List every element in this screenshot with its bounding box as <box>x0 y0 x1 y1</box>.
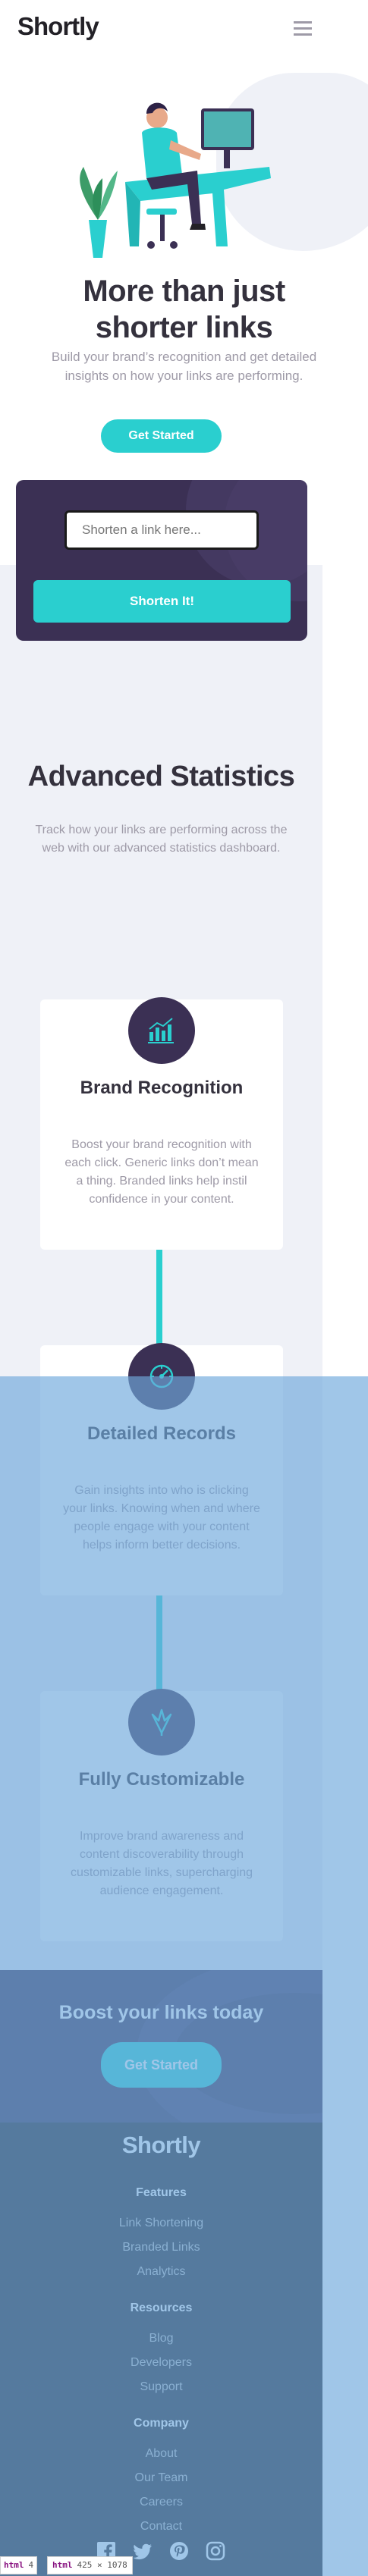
footer-heading-features: Features <box>136 2186 187 2199</box>
devtools-element-tooltip: html 4 <box>0 2556 38 2574</box>
feature-card-title: Brand Recognition <box>80 1078 244 1098</box>
feature-card-text: Improve brand awareness and content disc… <box>70 1830 253 1897</box>
twitter-icon[interactable] <box>132 2540 153 2562</box>
page: Shortly More than just shorter links Bui… <box>0 0 368 2576</box>
feature-card: Fully Customizable Improve brand awarene… <box>40 1689 283 1941</box>
boost-title: Boost your links today <box>58 2002 264 2023</box>
site-footer: Shortly Features Link Shortening Branded… <box>0 2123 322 2576</box>
card-connector <box>156 1250 162 1345</box>
brand-recognition-icon <box>128 997 195 1064</box>
hamburger-menu-icon[interactable] <box>294 21 312 36</box>
footer-heading-company: Company <box>134 2417 189 2430</box>
shorten-button[interactable]: Shorten It! <box>33 580 291 623</box>
footer-link[interactable]: Branded Links <box>0 2241 322 2254</box>
element-dimensions: 425 × 1078 <box>77 2560 127 2570</box>
statistics-title: Advanced Statistics <box>27 761 295 792</box>
boost-section: Boost your links today Get Started <box>0 1970 322 2123</box>
logo[interactable]: Shortly <box>17 12 99 41</box>
pinterest-icon[interactable] <box>168 2540 190 2562</box>
shorten-form: Shorten It! <box>16 480 307 641</box>
element-tag: html <box>4 2560 24 2570</box>
footer-logo[interactable]: Shortly <box>0 2132 322 2159</box>
footer-link[interactable]: Analytics <box>0 2265 322 2279</box>
boost-get-started-button[interactable]: Get Started <box>101 2042 222 2088</box>
footer-link[interactable]: Our Team <box>0 2471 322 2485</box>
card-connector <box>156 1595 162 1691</box>
footer-link[interactable]: Contact <box>0 2520 322 2534</box>
detailed-records-icon <box>128 1343 195 1410</box>
footer-link[interactable]: Careers <box>0 2496 322 2509</box>
site-header: Shortly <box>0 0 368 58</box>
hero-subtitle: Build your brand’s recognition and get d… <box>51 350 317 383</box>
footer-link[interactable]: Developers <box>0 2356 322 2370</box>
feature-card-title: Fully Customizable <box>78 1769 245 1790</box>
feature-card-title: Detailed Records <box>86 1423 237 1444</box>
statistics-subtitle: Track how your links are performing acro… <box>35 824 288 855</box>
feature-card: Detailed Records Gain insights into who … <box>40 1343 283 1595</box>
feature-card-text: Gain insights into who is clicking your … <box>63 1484 260 1552</box>
footer-link[interactable]: Support <box>0 2380 322 2394</box>
footer-link[interactable]: Link Shortening <box>0 2217 322 2230</box>
footer-link[interactable]: Blog <box>0 2332 322 2345</box>
feature-card-text: Boost your brand recognition with each c… <box>64 1138 259 1206</box>
devtools-element-tooltip: html 425 × 1078 <box>47 2556 133 2574</box>
element-tag: html <box>52 2560 73 2570</box>
link-input[interactable] <box>64 510 259 550</box>
fully-customizable-icon <box>128 1689 195 1756</box>
instagram-icon[interactable] <box>205 2540 226 2562</box>
hero-title: More than just shorter links <box>83 275 285 344</box>
get-started-button[interactable]: Get Started <box>101 419 222 453</box>
footer-heading-resources: Resources <box>130 2301 193 2314</box>
person-working-illustration <box>80 102 271 258</box>
feature-card: Brand Recognition Boost your brand recog… <box>40 997 283 1250</box>
element-dimensions: 4 <box>28 2560 34 2570</box>
footer-link[interactable]: About <box>0 2447 322 2461</box>
